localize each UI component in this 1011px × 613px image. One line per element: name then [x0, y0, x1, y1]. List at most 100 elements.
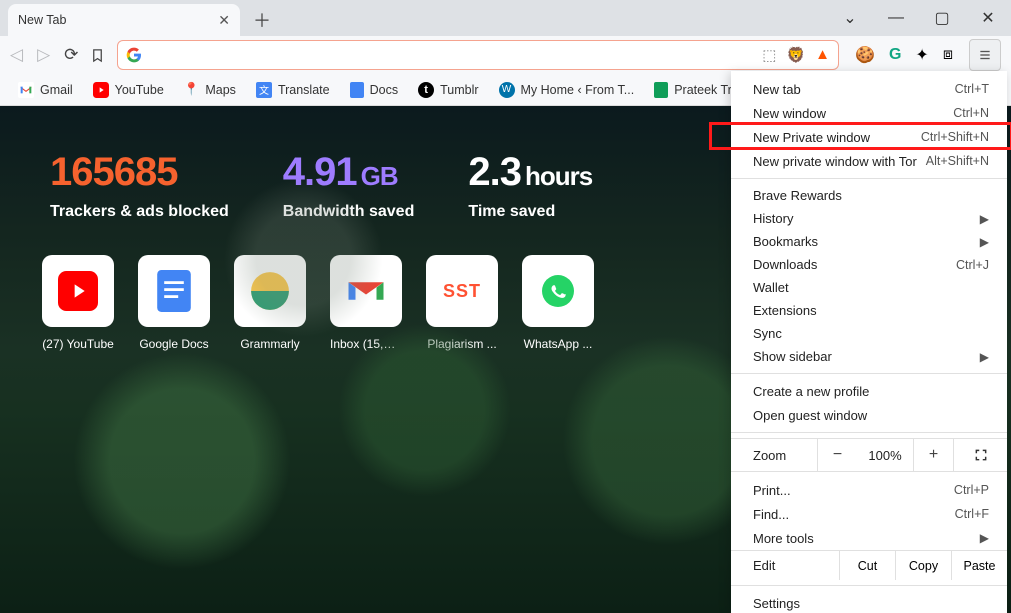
- bk-tumblr[interactable]: t Tumblr: [418, 82, 478, 98]
- stat-value: 2.3hours: [468, 150, 592, 195]
- zoom-in-button[interactable]: +: [913, 439, 953, 471]
- zoom-out-button[interactable]: −: [817, 439, 857, 471]
- bk-wordpress[interactable]: W My Home ‹ From T...: [499, 82, 635, 98]
- menu-item-label: Bookmarks: [753, 234, 818, 249]
- nav-arrows: ◁ ▷ ⟳: [10, 45, 78, 65]
- menu-item-label: Wallet: [753, 280, 789, 295]
- new-tab-button[interactable]: ＋: [248, 6, 276, 34]
- sheets-icon: [654, 82, 668, 98]
- menu-new-private[interactable]: New Private window Ctrl+Shift+N: [731, 125, 1007, 149]
- back-button[interactable]: ◁: [10, 45, 23, 65]
- menu-item-label: Extensions: [753, 303, 817, 318]
- address-bar[interactable]: ⬚ 🦁 ▲: [117, 40, 839, 70]
- bk-youtube[interactable]: YouTube: [93, 82, 164, 98]
- tile-label: Inbox (15,666): [330, 337, 402, 351]
- menu-shortcut: Ctrl+J: [956, 258, 989, 272]
- menu-item-label: Downloads: [753, 257, 817, 272]
- reload-button[interactable]: ⟳: [64, 45, 78, 65]
- bk-maps[interactable]: 📍 Maps: [184, 82, 236, 97]
- menu-item-label: New window: [753, 106, 826, 121]
- tile-label: Plagiarism ...: [426, 337, 498, 351]
- copy-button[interactable]: Copy: [895, 551, 951, 580]
- window-controls: ⌄ — ▢ ✕: [827, 0, 1011, 36]
- menu-print[interactable]: Print...Ctrl+P: [731, 478, 1007, 502]
- extension-icons: 🍪 G ✦ ⧈: [851, 45, 957, 65]
- brave-rewards-icon[interactable]: ▲: [815, 46, 830, 64]
- wallet-ext-icon[interactable]: ⧈: [943, 46, 953, 64]
- menu-sync[interactable]: Sync: [731, 322, 1007, 345]
- menu-find[interactable]: Find...Ctrl+F: [731, 502, 1007, 526]
- tile-whatsapp[interactable]: WhatsApp ...: [522, 255, 594, 351]
- menu-guest[interactable]: Open guest window: [731, 403, 1007, 427]
- menu-extensions[interactable]: Extensions: [731, 299, 1007, 322]
- tile-googledocs[interactable]: Google Docs: [138, 255, 210, 351]
- menu-shortcut: Ctrl+N: [953, 106, 989, 120]
- titlebar: New Tab ✕ ＋ ⌄ — ▢ ✕: [0, 0, 1011, 36]
- chevron-right-icon: ▶: [980, 212, 989, 226]
- menu-shortcut: Alt+Shift+N: [926, 154, 989, 168]
- tile-plagiarism[interactable]: SST Plagiarism ...: [426, 255, 498, 351]
- stat-bandwidth: 4.91GB Bandwidth saved: [283, 150, 415, 221]
- chevron-right-icon: ▶: [980, 350, 989, 364]
- window-maximize-icon[interactable]: ▢: [919, 2, 965, 34]
- tab-title: New Tab: [18, 13, 208, 27]
- menu-wallet[interactable]: Wallet: [731, 276, 1007, 299]
- tab-active[interactable]: New Tab ✕: [8, 4, 240, 36]
- menu-new-tor[interactable]: New private window with Tor Alt+Shift+N: [731, 149, 1007, 173]
- tab-close-icon[interactable]: ✕: [218, 12, 230, 29]
- menu-bookmarks[interactable]: Bookmarks▶: [731, 230, 1007, 253]
- cookie-ext-icon[interactable]: 🍪: [855, 45, 875, 65]
- window-close-icon[interactable]: ✕: [965, 2, 1011, 34]
- menu-new-tab[interactable]: New tab Ctrl+T: [731, 77, 1007, 101]
- menu-more-tools[interactable]: More tools▶: [731, 526, 1007, 550]
- bk-label: Tumblr: [440, 83, 478, 97]
- menu-item-label: Brave Rewards: [753, 188, 842, 203]
- cut-button[interactable]: Cut: [839, 551, 895, 580]
- menu-item-label: New Private window: [753, 130, 870, 145]
- wordpress-icon: W: [499, 82, 515, 98]
- grammarly-ext-icon[interactable]: G: [889, 46, 901, 64]
- menu-item-label: New private window with Tor: [753, 154, 917, 169]
- paste-button[interactable]: Paste: [951, 551, 1007, 580]
- window-dropdown-icon[interactable]: ⌄: [827, 2, 873, 34]
- extension-omni-icon[interactable]: ⬚: [762, 46, 776, 64]
- menu-new-window[interactable]: New window Ctrl+N: [731, 101, 1007, 125]
- window-minimize-icon[interactable]: —: [873, 2, 919, 34]
- tile-label: WhatsApp ...: [522, 337, 594, 351]
- menu-shortcut: Ctrl+Shift+N: [921, 130, 989, 144]
- bookmark-page-icon[interactable]: [90, 48, 105, 63]
- forward-button[interactable]: ▷: [37, 45, 50, 65]
- menu-history[interactable]: History ▶: [731, 207, 1007, 230]
- bk-translate[interactable]: 文 Translate: [256, 82, 330, 98]
- menu-item-label: New tab: [753, 82, 801, 97]
- tile-inbox[interactable]: Inbox (15,666): [330, 255, 402, 351]
- brave-shield-icon[interactable]: 🦁: [786, 46, 805, 64]
- chevron-right-icon: ▶: [980, 531, 989, 545]
- menu-rewards[interactable]: Brave Rewards: [731, 184, 1007, 207]
- zoom-percent: 100%: [857, 448, 913, 463]
- bk-gmail[interactable]: Gmail: [18, 82, 73, 98]
- bk-docs[interactable]: Docs: [350, 82, 398, 98]
- menu-settings[interactable]: Settings: [731, 591, 1007, 613]
- tumblr-icon: t: [418, 82, 434, 98]
- zoom-label: Zoom: [731, 448, 817, 463]
- menu-sidebar[interactable]: Show sidebar▶: [731, 345, 1007, 368]
- omnibox-icons: ⬚ 🦁 ▲: [762, 46, 830, 64]
- menu-shortcut: Ctrl+T: [955, 82, 989, 96]
- menu-item-label: Create a new profile: [753, 384, 869, 399]
- puzzle-ext-icon[interactable]: ✦: [915, 45, 928, 65]
- search-engine-icon: [126, 47, 142, 63]
- fullscreen-button[interactable]: [953, 439, 1007, 471]
- tile-youtube[interactable]: (27) YouTube: [42, 255, 114, 351]
- menu-create-profile[interactable]: Create a new profile: [731, 379, 1007, 403]
- tile-grammarly[interactable]: Grammarly: [234, 255, 306, 351]
- stat-label: Time saved: [468, 203, 592, 221]
- menu-zoom-row: Zoom−100%+: [731, 438, 1007, 472]
- pin-icon: 📍: [184, 82, 200, 97]
- stat-value: 165685: [50, 150, 229, 195]
- menu-item-label: History: [753, 211, 793, 226]
- menu-downloads[interactable]: Downloads Ctrl+J: [731, 253, 1007, 276]
- app-menu-button[interactable]: [969, 39, 1001, 71]
- menu-separator: [731, 373, 1007, 374]
- url-input[interactable]: [142, 48, 762, 63]
